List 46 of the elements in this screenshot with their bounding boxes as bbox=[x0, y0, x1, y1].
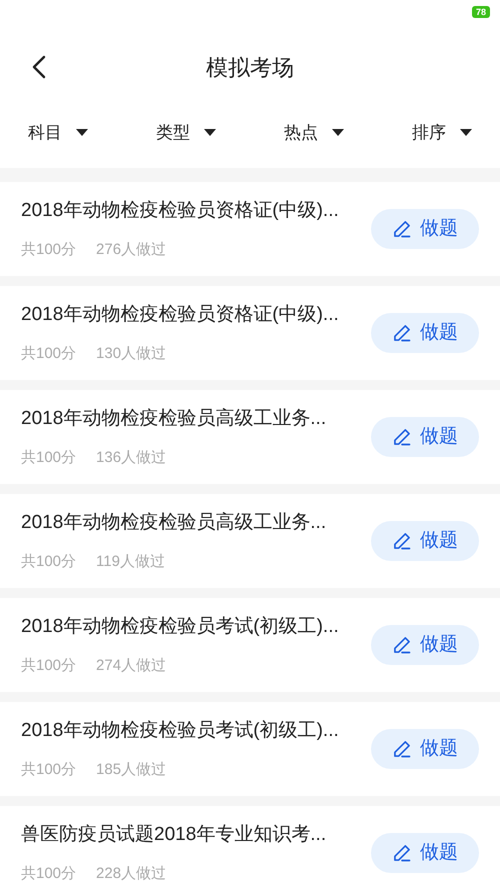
attempt-count: 274人做过 bbox=[96, 656, 166, 676]
caret-icon bbox=[332, 129, 344, 136]
battery-level: 78 bbox=[472, 6, 490, 18]
exam-title: 2018年动物检疫检验员高级工业务... bbox=[21, 406, 328, 430]
practice-button[interactable]: 做题 bbox=[371, 417, 479, 457]
exam-title: 2018年动物检疫检验员高级工业务... bbox=[21, 510, 328, 534]
practice-button[interactable]: 做题 bbox=[371, 209, 479, 249]
pencil-icon bbox=[392, 635, 412, 655]
exam-score: 共100分 bbox=[21, 864, 76, 884]
attempt-count: 228人做过 bbox=[96, 864, 166, 884]
exam-score: 共100分 bbox=[21, 448, 76, 468]
filter-dropdown[interactable]: 热点 bbox=[284, 120, 344, 146]
pencil-icon bbox=[392, 323, 412, 343]
caret-icon bbox=[460, 129, 472, 136]
exam-score: 共100分 bbox=[21, 240, 76, 260]
practice-button[interactable]: 做题 bbox=[371, 729, 479, 769]
practice-button[interactable]: 做题 bbox=[371, 625, 479, 665]
exam-title: 2018年动物检疫检验员考试(初级工)... bbox=[21, 718, 340, 742]
pencil-icon bbox=[392, 427, 412, 447]
pencil-icon bbox=[392, 843, 412, 863]
practice-button[interactable]: 做题 bbox=[371, 521, 479, 561]
practice-button[interactable]: 做题 bbox=[371, 833, 479, 873]
exam-score: 共100分 bbox=[21, 552, 76, 572]
attempt-count: 185人做过 bbox=[96, 760, 166, 780]
caret-icon bbox=[204, 129, 216, 136]
exam-score: 共100分 bbox=[21, 760, 76, 780]
exam-title: 2018年动物检疫检验员考试(初级工)... bbox=[21, 614, 340, 638]
caret-icon bbox=[76, 129, 88, 136]
exam-score: 共100分 bbox=[21, 344, 76, 364]
exam-title: 2018年动物检疫检验员资格证(中级)... bbox=[21, 198, 340, 222]
filter-dropdown[interactable]: 科目 bbox=[28, 120, 88, 146]
pencil-icon bbox=[392, 739, 412, 759]
exam-title: 2018年动物检疫检验员资格证(中级)... bbox=[21, 302, 340, 326]
attempt-count: 130人做过 bbox=[96, 344, 166, 364]
attempt-count: 136人做过 bbox=[96, 448, 166, 468]
attempt-count: 276人做过 bbox=[96, 240, 166, 260]
filter-dropdown[interactable]: 排序 bbox=[412, 120, 472, 146]
exam-title: 兽医防疫员试题2018年专业知识考... bbox=[21, 822, 328, 846]
back-icon bbox=[32, 55, 46, 79]
exam-score: 共100分 bbox=[21, 656, 76, 676]
page-title: 模拟考场 bbox=[206, 54, 294, 82]
pencil-icon bbox=[392, 219, 412, 239]
practice-button[interactable]: 做题 bbox=[371, 313, 479, 353]
attempt-count: 119人做过 bbox=[96, 552, 165, 572]
pencil-icon bbox=[392, 531, 412, 551]
filter-dropdown[interactable]: 类型 bbox=[156, 120, 216, 146]
